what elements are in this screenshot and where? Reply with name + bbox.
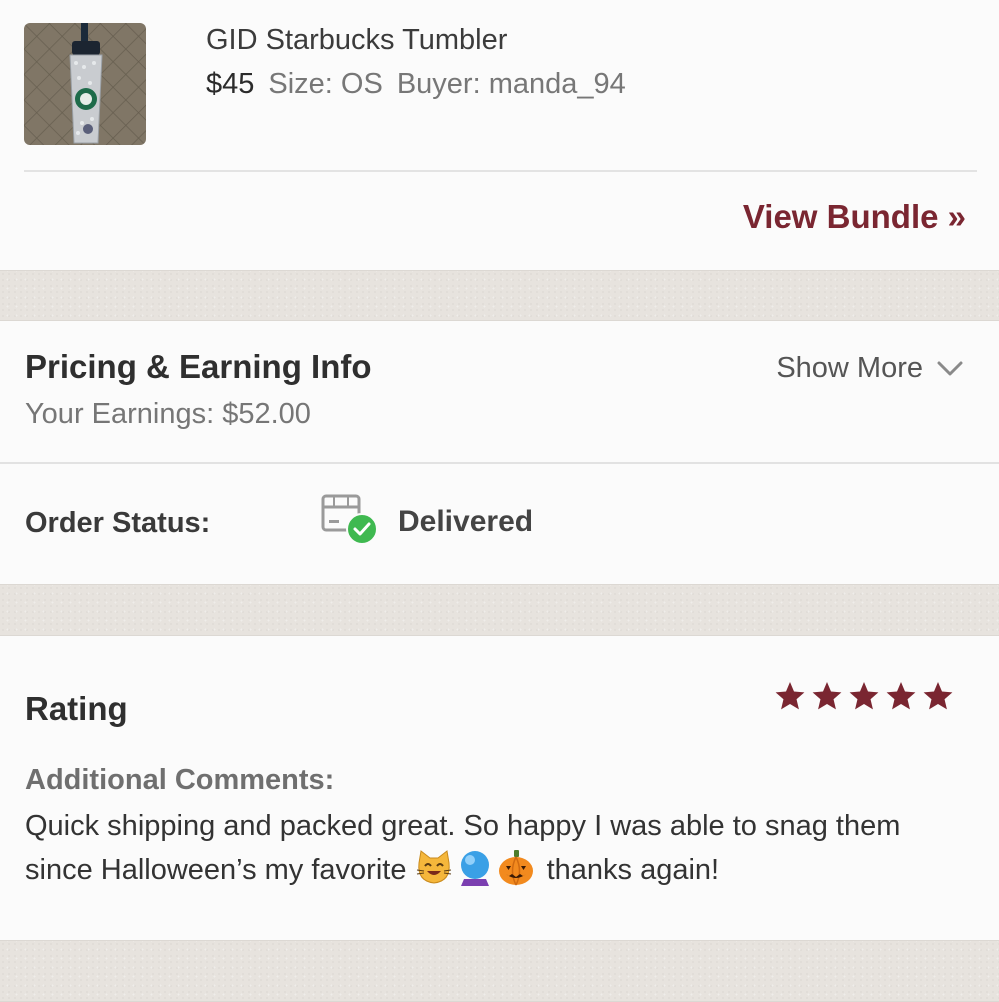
item-buyer: Buyer: manda_94	[396, 68, 626, 100]
rating-title: Rating	[25, 690, 128, 727]
crystal-ball-emoji-icon	[460, 851, 489, 886]
item-size: Size: OS	[268, 68, 383, 100]
star-icon	[812, 682, 842, 710]
tumbler-image	[24, 23, 146, 145]
additional-comments-label: Additional Comments:	[25, 764, 335, 796]
star-icon	[923, 682, 953, 710]
order-status-value: Delivered	[398, 505, 534, 538]
show-more-button[interactable]: Show More	[776, 352, 963, 385]
earnings-text: Your Earnings: $52.00	[25, 398, 311, 430]
package-delivered-icon	[321, 494, 378, 545]
item-meta: $45 Size: OS Buyer: manda_94	[206, 68, 626, 101]
show-more-label: Show More	[776, 352, 923, 384]
divider	[24, 170, 977, 172]
section-separator	[0, 940, 999, 1002]
star-icon	[849, 682, 879, 710]
pumpkin-emoji-icon	[498, 850, 533, 886]
item-price: $45	[206, 68, 255, 100]
star-icon	[886, 682, 916, 710]
pricing-section-title: Pricing & Earning Info	[25, 348, 372, 385]
item-title[interactable]: GID Starbucks Tumbler	[206, 24, 507, 57]
view-bundle-link[interactable]: View Bundle »	[743, 198, 966, 236]
comment-text-part: thanks again!	[546, 854, 720, 886]
item-card: GID Starbucks Tumbler $45 Size: OS Buyer: …	[0, 0, 999, 270]
order-status-label: Order Status:	[25, 507, 211, 539]
section-separator	[0, 270, 999, 321]
star-icon	[775, 682, 805, 710]
chevron-down-icon	[937, 361, 963, 375]
pricing-card: Pricing & Earning Info Your Earnings: $5…	[0, 321, 999, 584]
additional-comments-text: Quick shipping and packed great. So happ…	[25, 804, 975, 892]
divider	[0, 462, 999, 464]
rating-card: Rating Additional Comments: Quick shippi…	[0, 636, 999, 940]
section-separator	[0, 584, 999, 636]
star-rating	[774, 680, 954, 712]
product-thumbnail[interactable]	[24, 23, 146, 145]
cat-emoji-icon	[416, 850, 451, 884]
